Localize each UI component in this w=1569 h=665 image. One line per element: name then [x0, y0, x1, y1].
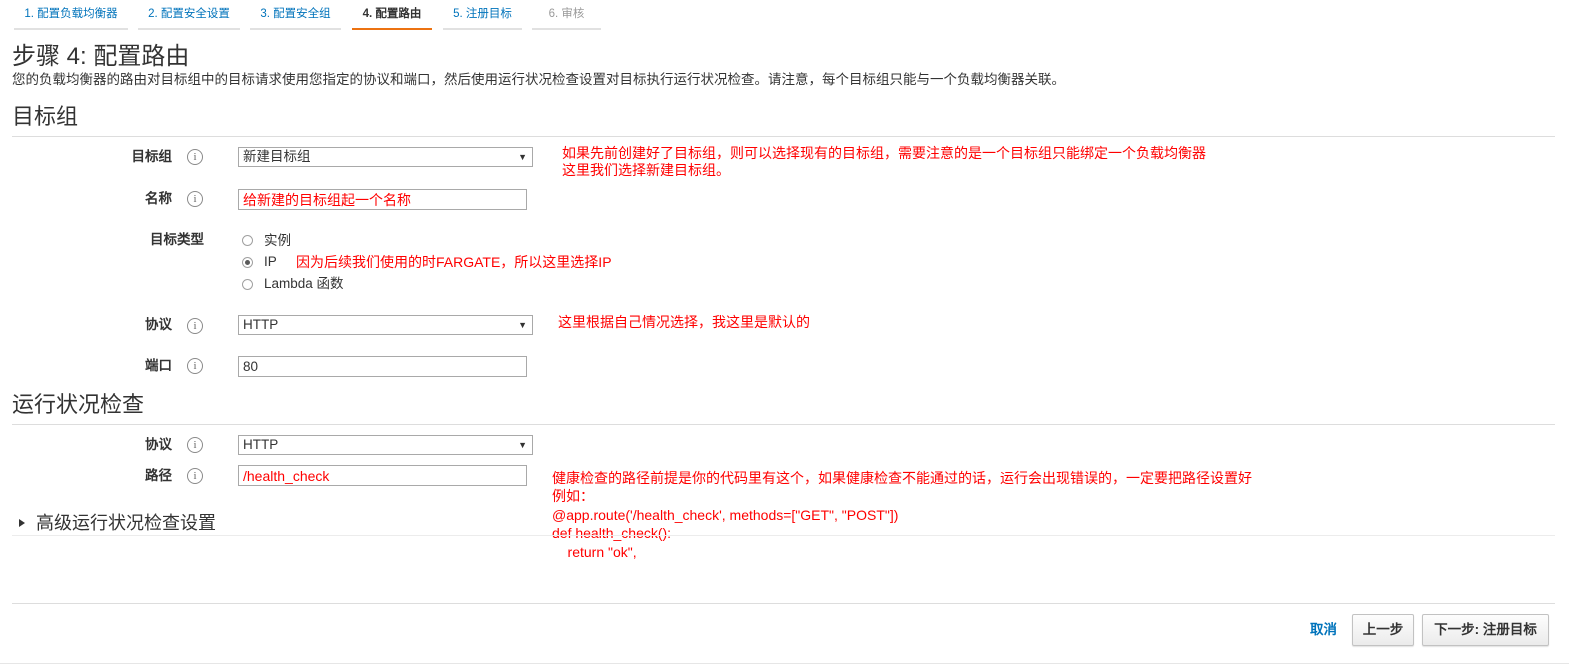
annotation-protocol: 这里根据自己情况选择，我这里是默认的 — [558, 314, 810, 330]
target-type-option-label[interactable]: 实例 — [264, 231, 291, 251]
wizard-step[interactable]: 1. 配置负载均衡器 — [14, 0, 128, 30]
target-group-select-value: 新建目标组 — [243, 149, 311, 164]
info-icon[interactable]: i — [187, 149, 203, 165]
cancel-link[interactable]: 取消 — [1310, 621, 1337, 639]
caret-right-icon — [19, 519, 25, 527]
target-type-radio-ip[interactable] — [242, 257, 253, 268]
annotation-health-check-line-1: 健康检查的路径前提是你的代码里有这个，如果健康检查不能通过的话，运行会出现错误的… — [552, 470, 1252, 486]
chevron-down-icon: ▼ — [518, 320, 527, 330]
wizard-step[interactable]: 5. 注册目标 — [443, 0, 522, 30]
page-title: 步骤 4: 配置路由 — [12, 43, 190, 70]
annotation-health-check-code-line: def health_check(): — [552, 525, 672, 541]
info-icon[interactable]: i — [187, 191, 203, 207]
page-description: 您的负载均衡器的路由对目标组中的目标请求使用您指定的协议和端口，然后使用运行状况… — [12, 72, 1065, 87]
annotation-health-check-line-2: 例如： — [552, 488, 594, 504]
protocol-select-value: HTTP — [243, 317, 279, 332]
bottom-border — [0, 663, 1569, 664]
target-group-name-input[interactable] — [238, 189, 527, 210]
health-check-section-title: 运行状况检查 — [12, 392, 145, 417]
wizard-step-current: 4. 配置路由 — [352, 0, 432, 30]
protocol-label: 协议 — [145, 317, 172, 332]
footer-divider — [12, 603, 1555, 604]
health-check-path-label: 路径 — [145, 468, 172, 483]
annotation-health-check-code-line: @app.route('/health_check', methods=["GE… — [552, 507, 899, 523]
target-group-section-title: 目标组 — [12, 104, 79, 129]
port-input[interactable] — [238, 356, 527, 377]
annotation-target-group-line-1: 如果先前创建好了目标组，则可以选择现有的目标组，需要注意的是一个目标组只能绑定一… — [562, 145, 1206, 161]
health-check-protocol-label: 协议 — [145, 437, 172, 452]
name-label: 名称 — [145, 191, 172, 206]
annotation-target-group-line-2: 这里我们选择新建目标组。 — [562, 162, 730, 178]
target-type-radio-instance[interactable] — [242, 235, 253, 246]
port-label: 端口 — [145, 358, 172, 373]
protocol-select[interactable]: HTTP ▼ — [238, 315, 533, 335]
target-type-option-label[interactable]: IP — [264, 252, 277, 272]
health-check-protocol-select[interactable]: HTTP ▼ — [238, 435, 533, 455]
chevron-down-icon: ▼ — [518, 440, 527, 450]
section-divider — [12, 424, 1555, 425]
annotation-health-check-code-line: return "ok", — [552, 544, 637, 560]
previous-button[interactable]: 上一步 — [1352, 614, 1414, 646]
target-type-radio-lambda[interactable] — [242, 279, 253, 290]
next-button[interactable]: 下一步: 注册目标 — [1422, 614, 1549, 646]
target-type-option-label[interactable]: Lambda 函数 — [264, 274, 344, 294]
health-check-path-input[interactable] — [238, 465, 527, 486]
advanced-health-check-label[interactable]: 高级运行状况检查设置 — [36, 511, 216, 535]
section-divider — [12, 535, 1555, 536]
target-group-select[interactable]: 新建目标组 ▼ — [238, 147, 533, 167]
target-group-label: 目标组 — [131, 149, 173, 164]
wizard-step: 6. 审核 — [532, 0, 601, 30]
chevron-down-icon: ▼ — [518, 152, 527, 162]
health-check-protocol-value: HTTP — [243, 437, 279, 452]
info-icon[interactable]: i — [187, 318, 203, 334]
info-icon[interactable]: i — [187, 358, 203, 374]
info-icon[interactable]: i — [187, 437, 203, 453]
annotation-target-type: 因为后续我们使用的时FARGATE，所以这里选择IP — [296, 254, 612, 270]
wizard-step[interactable]: 3. 配置安全组 — [250, 0, 341, 30]
target-type-label: 目标类型 — [150, 232, 204, 247]
section-divider — [12, 136, 1555, 137]
info-icon[interactable]: i — [187, 468, 203, 484]
wizard-step[interactable]: 2. 配置安全设置 — [138, 0, 240, 30]
